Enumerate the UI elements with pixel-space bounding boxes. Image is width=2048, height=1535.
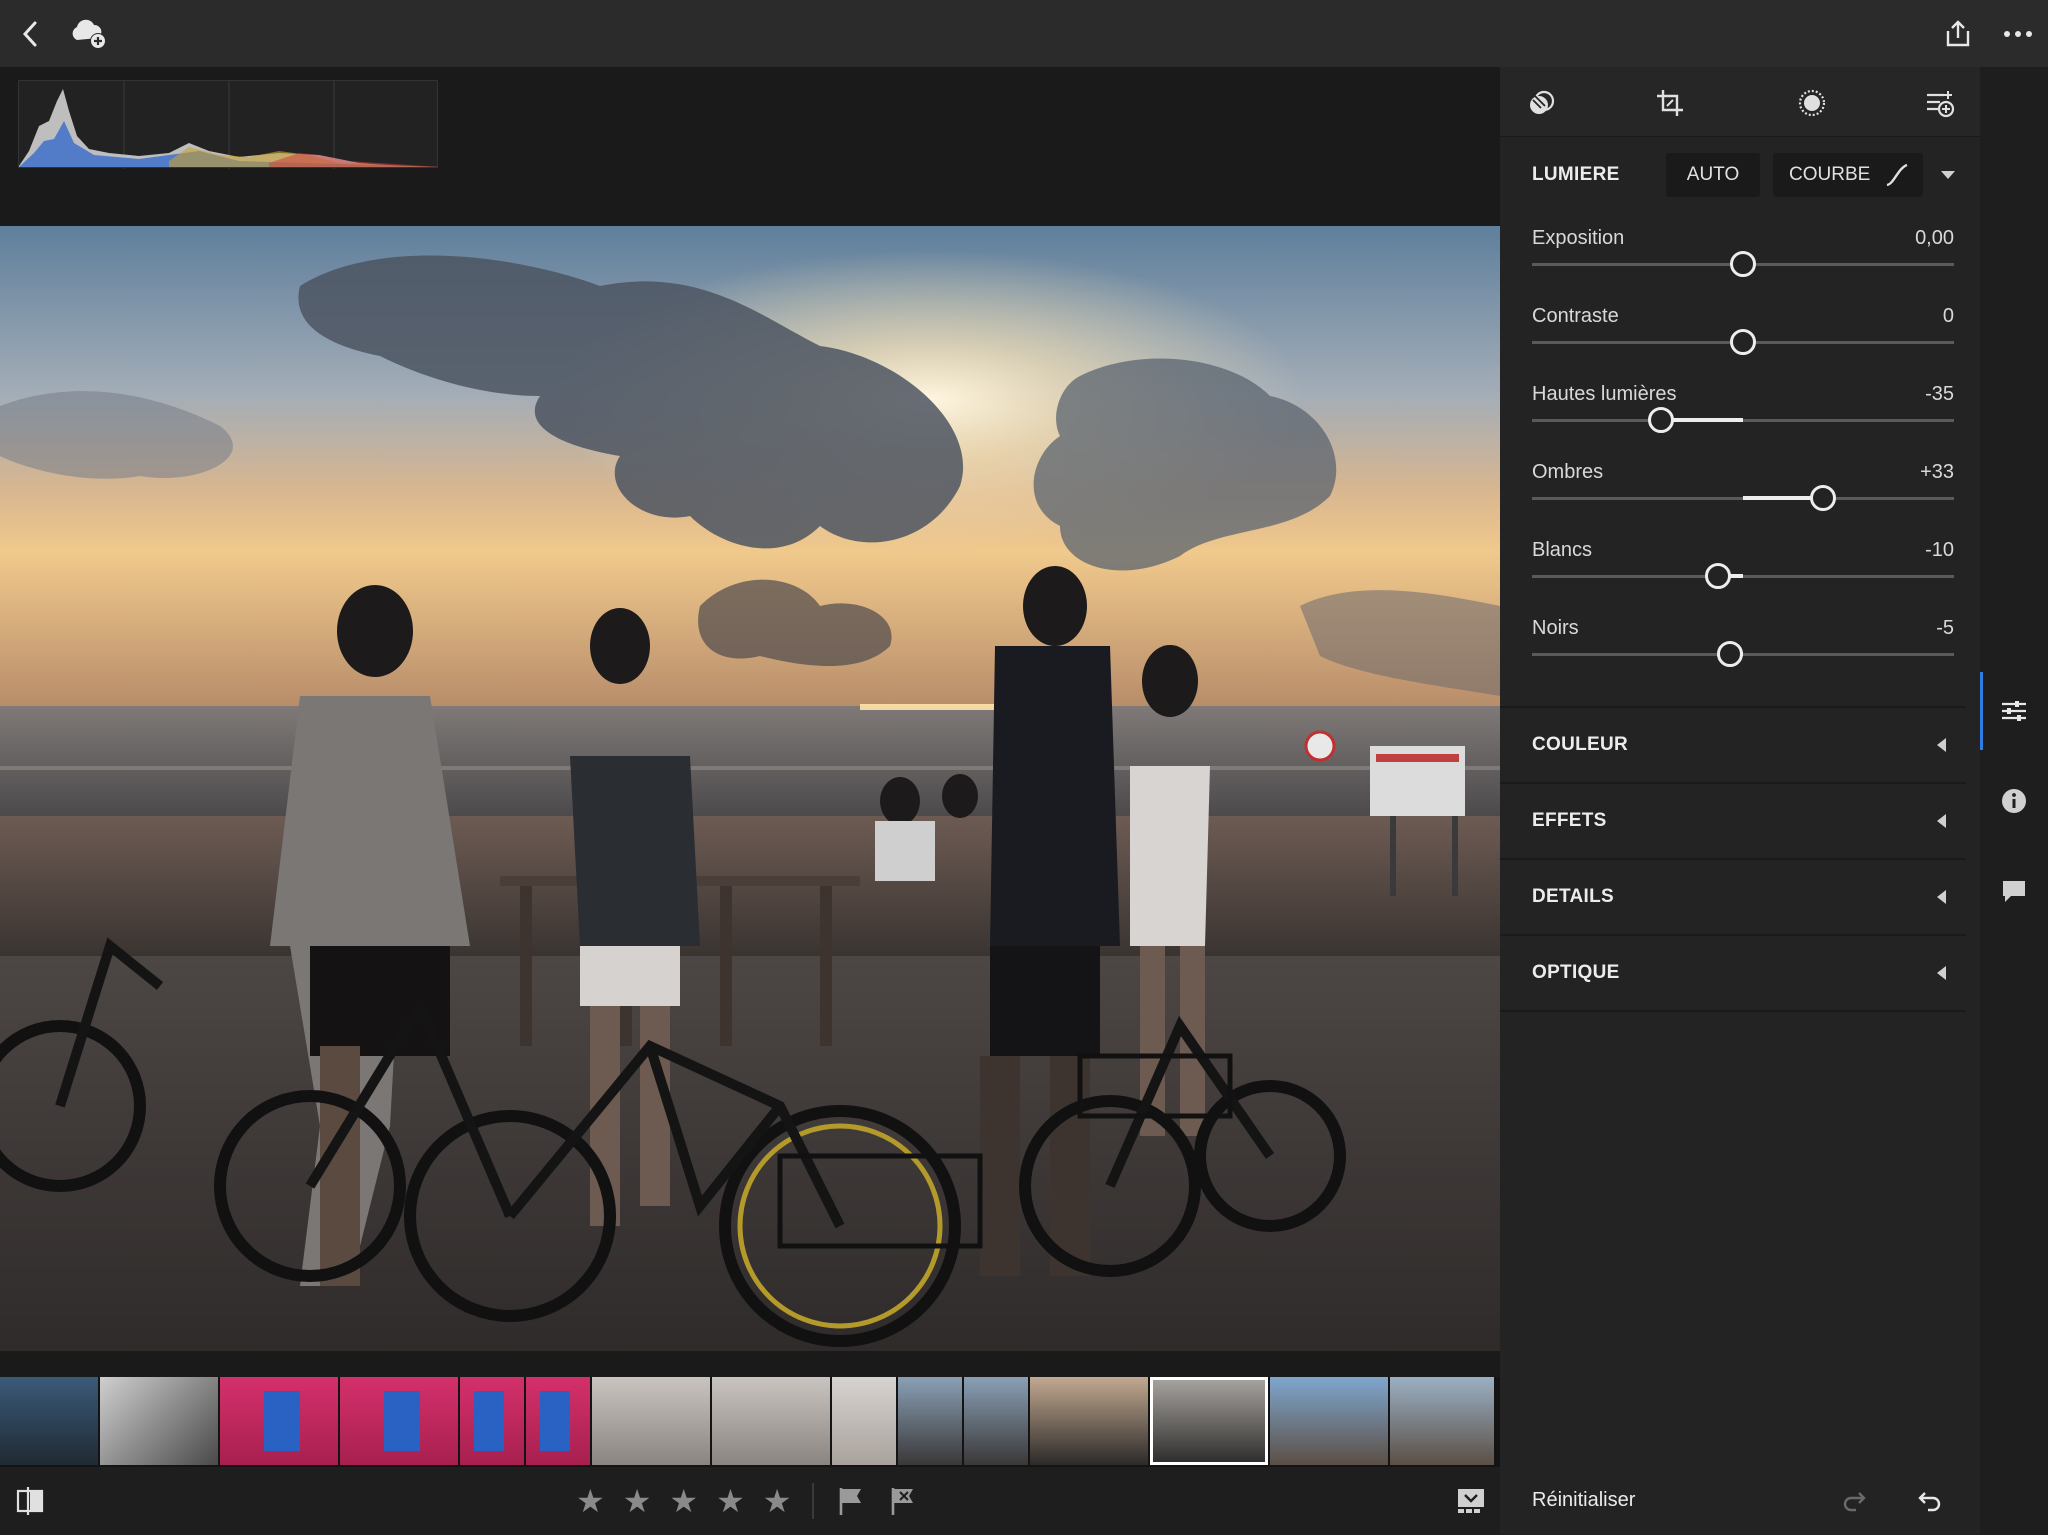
slider-highlights[interactable]: Hautes lumières -35 bbox=[1532, 383, 1954, 461]
slider-label: Blancs bbox=[1532, 539, 1593, 561]
slider-label: Noirs bbox=[1532, 617, 1579, 639]
slider-label: Contraste bbox=[1532, 305, 1619, 327]
redo-icon[interactable] bbox=[1840, 1487, 1870, 1517]
filmstrip-thumb[interactable] bbox=[340, 1377, 458, 1465]
flag-reject-icon[interactable] bbox=[888, 1485, 918, 1517]
slider-label: Hautes lumières bbox=[1532, 383, 1677, 405]
star-icon[interactable]: ★ bbox=[576, 1483, 605, 1519]
panel-footer: Réinitialiser bbox=[1500, 1467, 1980, 1535]
slider-value[interactable]: -5 bbox=[1936, 617, 1954, 640]
star-icon[interactable]: ★ bbox=[763, 1483, 792, 1519]
curve-icon bbox=[1886, 163, 1908, 187]
active-indicator bbox=[1980, 672, 1983, 750]
compare-icon[interactable] bbox=[14, 1485, 46, 1517]
filmstrip-thumb[interactable] bbox=[712, 1377, 830, 1465]
lightroom-editor: ★ ★ ★ ★ ★ LUMIERE AUTO COURBE Exposition… bbox=[0, 0, 2048, 1535]
star-icon[interactable]: ★ bbox=[669, 1483, 698, 1519]
slider-exposure[interactable]: Exposition 0,00 bbox=[1532, 227, 1954, 305]
star-rating: ★ ★ ★ ★ ★ bbox=[576, 1483, 791, 1519]
filmstrip-toggle-icon[interactable] bbox=[1456, 1485, 1486, 1515]
section-details-title: DETAILS bbox=[1532, 886, 1614, 907]
slider-blacks[interactable]: Noirs -5 bbox=[1532, 617, 1954, 695]
chevron-left-icon bbox=[1937, 738, 1946, 752]
flag-pick-icon[interactable] bbox=[836, 1485, 866, 1517]
filmstrip-thumb[interactable] bbox=[1390, 1377, 1494, 1465]
slider-shadows[interactable]: Ombres +33 bbox=[1532, 461, 1954, 539]
star-icon[interactable]: ★ bbox=[623, 1483, 652, 1519]
slider-value[interactable]: -10 bbox=[1925, 539, 1954, 562]
curve-button[interactable]: COURBE bbox=[1773, 153, 1923, 197]
section-color-title: COULEUR bbox=[1532, 734, 1629, 755]
section-effects-title: EFFETS bbox=[1532, 810, 1607, 831]
slider-knob[interactable] bbox=[1810, 485, 1837, 511]
divider bbox=[1500, 1010, 1966, 1012]
slider-label: Exposition bbox=[1532, 227, 1625, 249]
edit-sliders-icon[interactable] bbox=[1994, 691, 2034, 731]
cloud-add-icon[interactable] bbox=[68, 14, 108, 54]
slider-knob[interactable] bbox=[1730, 329, 1756, 355]
filmstrip-thumb[interactable] bbox=[1270, 1377, 1388, 1465]
presets-icon[interactable] bbox=[1920, 83, 1960, 123]
filmstrip-thumb[interactable] bbox=[832, 1377, 896, 1465]
top-bar bbox=[0, 0, 2048, 67]
star-icon[interactable]: ★ bbox=[716, 1483, 745, 1519]
section-details-header[interactable]: DETAILS bbox=[1500, 860, 1966, 934]
slider-label: Ombres bbox=[1532, 461, 1604, 483]
back-icon[interactable] bbox=[10, 14, 50, 54]
filmstrip-thumb[interactable] bbox=[220, 1377, 338, 1465]
comment-icon[interactable] bbox=[1994, 871, 2034, 911]
section-light-title: LUMIERE bbox=[1532, 164, 1620, 185]
slider-knob[interactable] bbox=[1704, 563, 1731, 589]
selective-brush-icon[interactable] bbox=[1792, 83, 1832, 123]
crop-icon[interactable] bbox=[1650, 83, 1690, 123]
slider-track[interactable] bbox=[1532, 419, 1954, 422]
filmstrip-thumb[interactable] bbox=[460, 1377, 524, 1465]
bottom-bar: ★ ★ ★ ★ ★ bbox=[0, 1467, 1500, 1535]
more-horizontal-icon[interactable] bbox=[1998, 14, 2038, 54]
chevron-left-icon bbox=[1937, 966, 1946, 980]
chevron-down-icon[interactable] bbox=[1941, 171, 1955, 179]
auto-button[interactable]: AUTO bbox=[1666, 153, 1760, 197]
slider-value[interactable]: +33 bbox=[1920, 461, 1954, 484]
slider-knob[interactable] bbox=[1717, 641, 1744, 667]
undo-icon[interactable] bbox=[1914, 1487, 1944, 1517]
filmstrip-thumb[interactable] bbox=[100, 1377, 218, 1465]
slider-whites[interactable]: Blancs -10 bbox=[1532, 539, 1954, 617]
slider-value[interactable]: 0,00 bbox=[1915, 227, 1954, 250]
chevron-left-icon bbox=[1937, 814, 1946, 828]
right-rail bbox=[1980, 67, 2048, 1535]
histogram bbox=[18, 80, 439, 169]
section-color-header[interactable]: COULEUR bbox=[1500, 708, 1966, 782]
slider-contrast[interactable]: Contraste 0 bbox=[1532, 305, 1954, 383]
slider-knob[interactable] bbox=[1647, 407, 1674, 433]
section-optics-header[interactable]: OPTIQUE bbox=[1500, 936, 1966, 1010]
section-effects-header[interactable]: EFFETS bbox=[1500, 784, 1966, 858]
filmstrip-thumb[interactable] bbox=[0, 1377, 98, 1465]
photo-viewer[interactable] bbox=[0, 67, 1500, 1377]
edit-panel: LUMIERE AUTO COURBE Exposition 0,00 Cont… bbox=[1500, 67, 1980, 1467]
filmstrip-thumb[interactable] bbox=[592, 1377, 710, 1465]
filmstrip-thumb[interactable] bbox=[1030, 1377, 1148, 1465]
filmstrip-thumb[interactable] bbox=[964, 1377, 1028, 1465]
reset-button[interactable]: Réinitialiser bbox=[1532, 1489, 1635, 1512]
filmstrip-thumb[interactable] bbox=[526, 1377, 590, 1465]
slider-track[interactable] bbox=[1532, 575, 1954, 578]
filmstrip-thumb[interactable] bbox=[898, 1377, 962, 1465]
filmstrip-thumb-selected[interactable] bbox=[1150, 1377, 1268, 1465]
share-icon[interactable] bbox=[1938, 14, 1978, 54]
main-photo[interactable] bbox=[0, 226, 1500, 1351]
section-optics-title: OPTIQUE bbox=[1532, 962, 1620, 983]
panel-toolbar bbox=[1500, 67, 1980, 137]
filmstrip bbox=[0, 1377, 1500, 1467]
divider bbox=[812, 1483, 814, 1519]
auto-button-label: AUTO bbox=[1686, 164, 1740, 185]
slider-value[interactable]: -35 bbox=[1925, 383, 1954, 406]
edit-bands-icon[interactable] bbox=[1522, 83, 1562, 123]
slider-value[interactable]: 0 bbox=[1943, 305, 1954, 328]
info-icon[interactable] bbox=[1994, 781, 2034, 821]
slider-knob[interactable] bbox=[1730, 251, 1756, 277]
curve-button-label: COURBE bbox=[1789, 164, 1871, 185]
chevron-left-icon bbox=[1937, 890, 1946, 904]
